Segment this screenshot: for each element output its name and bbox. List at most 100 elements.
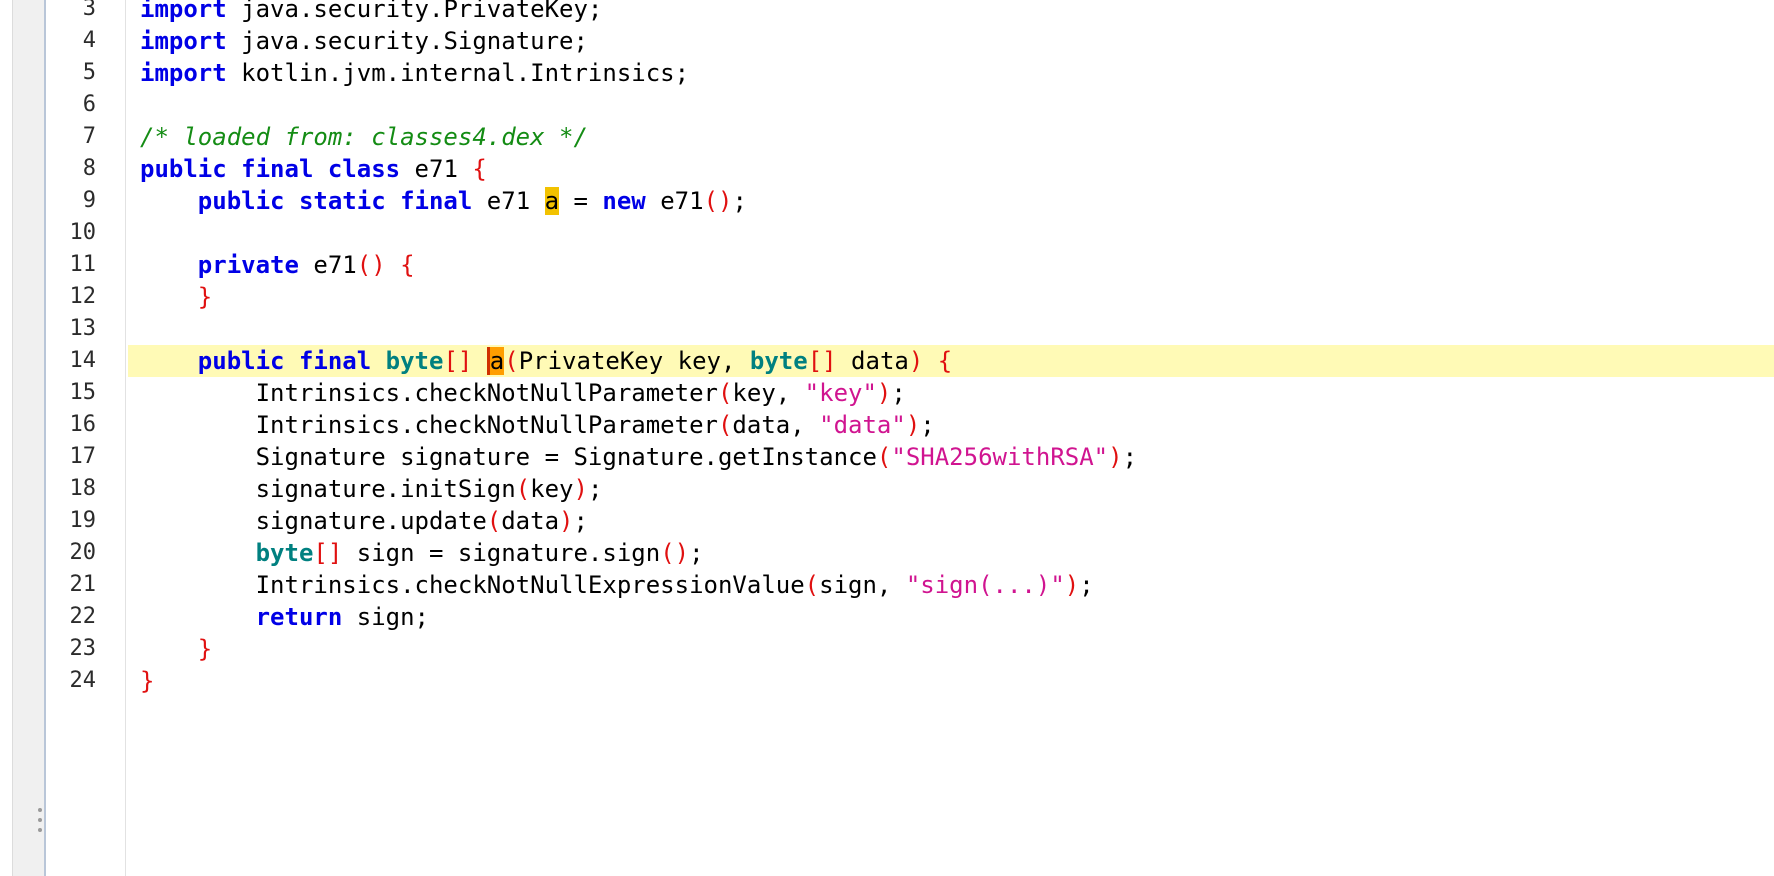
code-token: data (836, 347, 909, 375)
code-token: ( (504, 347, 519, 375)
splitter-grip-icon[interactable] (38, 828, 42, 832)
code-token: PrivateKey key, (518, 347, 750, 375)
highlighted-symbol[interactable]: a (544, 187, 560, 215)
code-token: ) (876, 379, 892, 407)
code-token: ; (1122, 443, 1138, 471)
code-line[interactable]: public static final e71 a = new e71(); (140, 185, 747, 217)
code-token: ; (587, 475, 603, 503)
code-line[interactable]: } (140, 665, 154, 697)
code-line[interactable]: signature.initSign(key); (140, 473, 603, 505)
code-token: key, (732, 379, 805, 407)
code-token: byte (385, 347, 444, 375)
code-line[interactable]: public final class e71 { (140, 153, 487, 185)
code-line[interactable]: Signature signature = Signature.getInsta… (140, 441, 1137, 473)
code-line[interactable]: Intrinsics.checkNotNullParameter(key, "k… (140, 377, 906, 409)
code-token: Intrinsics.checkNotNullParameter (140, 379, 718, 407)
code-line[interactable]: public final byte[] a(PrivateKey key, by… (140, 345, 952, 377)
code-token: [] (443, 347, 473, 375)
line-number: 18 (69, 476, 97, 501)
code-line[interactable]: Intrinsics.checkNotNullExpressionValue(s… (140, 569, 1094, 601)
code-token: } (197, 635, 213, 663)
line-number: 24 (69, 668, 97, 693)
code-line[interactable]: import java.security.Signature; (140, 25, 588, 57)
line-number: 12 (69, 284, 97, 309)
panel-splitter[interactable] (12, 0, 46, 876)
code-line[interactable]: import java.security.PrivateKey; (140, 0, 602, 25)
code-token: signature.update (140, 507, 487, 535)
code-token: ; (689, 539, 704, 567)
code-line[interactable]: } (140, 281, 212, 313)
code-token: ; (1079, 571, 1094, 599)
line-number: 17 (69, 444, 97, 469)
code-token: e71 (645, 187, 704, 215)
code-line[interactable]: Intrinsics.checkNotNullParameter(data, "… (140, 409, 935, 441)
code-token: Signature signature = Signature.getInsta… (140, 443, 877, 471)
code-token: ( (876, 443, 892, 471)
code-token: kotlin.jvm.internal.Intrinsics; (226, 59, 690, 87)
line-number: 9 (82, 188, 96, 213)
line-number: 4 (82, 28, 96, 53)
code-line[interactable]: /* loaded from: classes4.dex */ (140, 121, 588, 153)
code-line[interactable]: signature.update(data); (140, 505, 588, 537)
code-token: ; (573, 507, 588, 535)
code-line[interactable]: return sign; (140, 601, 429, 633)
code-token: java.security.PrivateKey; (226, 0, 603, 23)
code-token: ) (559, 507, 574, 535)
code-token: sign, (819, 571, 906, 599)
code-token: return (255, 603, 343, 631)
line-number: 7 (82, 124, 96, 149)
line-number: 10 (69, 220, 97, 245)
code-token: key (530, 475, 574, 503)
code-line[interactable]: byte[] sign = signature.sign(); (140, 537, 704, 569)
splitter-grip-icon[interactable] (38, 808, 42, 812)
code-token: data, (732, 411, 820, 439)
code-token: ; (732, 187, 747, 215)
code-token: public final (197, 347, 372, 375)
line-number: 8 (82, 156, 96, 181)
code-line[interactable]: private e71() { (140, 249, 415, 281)
window-left-edge (0, 0, 12, 876)
code-token: public final class (140, 155, 401, 183)
line-number: 22 (69, 604, 97, 629)
code-token: ( (717, 379, 733, 407)
code-token: ) { (908, 347, 953, 375)
code-token: { (472, 155, 487, 183)
code-token: java.security.Signature; (226, 27, 588, 55)
line-number: 19 (69, 508, 97, 533)
code-token: } (140, 667, 155, 695)
line-number: 16 (69, 412, 97, 437)
line-number: 5 (82, 60, 96, 85)
line-number: 15 (69, 380, 97, 405)
line-number: 14 (69, 348, 97, 373)
code-line[interactable]: import kotlin.jvm.internal.Intrinsics; (140, 57, 689, 89)
line-number: 23 (69, 636, 97, 661)
code-token: ) (1108, 443, 1123, 471)
code-token: private (197, 251, 299, 279)
code-token: import (140, 0, 227, 23)
code-token: "data" (819, 411, 906, 439)
line-number: 13 (69, 316, 97, 341)
code-token: public static final (197, 187, 473, 215)
code-token: ( (804, 571, 820, 599)
code-token: ) (573, 475, 588, 503)
code-token: () (660, 539, 690, 567)
code-token: ) (905, 411, 921, 439)
line-number: 11 (69, 252, 97, 277)
line-number: 6 (82, 92, 96, 117)
code-line[interactable]: } (140, 633, 212, 665)
code-token: sign; (342, 603, 429, 631)
highlighted-symbol[interactable]: a (486, 347, 505, 375)
code-token: "SHA256withRSA" (891, 443, 1109, 471)
code-token: } (197, 283, 213, 311)
code-token: ; (920, 411, 935, 439)
code-token: = (559, 187, 603, 215)
splitter-grip-icon[interactable] (38, 818, 42, 822)
code-token: "sign(...)" (905, 571, 1065, 599)
